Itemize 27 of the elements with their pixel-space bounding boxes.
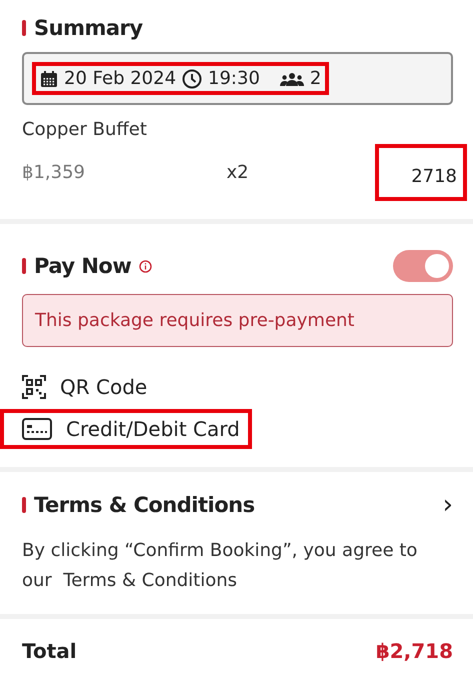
people-icon <box>280 72 304 86</box>
guest-count: 2 <box>310 68 322 89</box>
clock-icon <box>182 68 202 88</box>
payment-method-option[interactable]: Credit/Debit Card <box>0 409 252 449</box>
unit-price: ฿1,359 <box>22 162 86 183</box>
section-title: Terms & Conditions <box>34 493 255 517</box>
terms-text: By clicking “Confirm Booking”, you agree to our Terms & Conditions <box>22 539 418 593</box>
section-marker <box>22 258 26 274</box>
total-label: Total <box>22 639 77 663</box>
booking-time: 19:30 <box>208 68 260 89</box>
section-marker <box>22 497 26 513</box>
item-total: 2718 <box>375 144 467 201</box>
calendar-icon <box>40 70 58 88</box>
section-marker <box>22 20 26 36</box>
info-icon[interactable] <box>139 260 152 272</box>
section-title: Pay Now <box>34 254 132 278</box>
item-name: Copper Buffet <box>22 119 148 140</box>
item-quantity: x2 <box>226 162 249 183</box>
pay-now-toggle[interactable] <box>393 250 453 282</box>
prepayment-notice: This package requires pre-payment <box>22 294 453 347</box>
chevron-right[interactable]: › <box>442 490 453 520</box>
booking-date: 20 Feb 2024 <box>64 68 176 89</box>
card-icon <box>22 418 52 440</box>
qr-code-icon <box>22 375 46 399</box>
section-title: Summary <box>34 16 143 40</box>
payment-method-option[interactable]: QR Code <box>0 367 160 407</box>
total-amount: ฿2,718 <box>376 639 453 663</box>
